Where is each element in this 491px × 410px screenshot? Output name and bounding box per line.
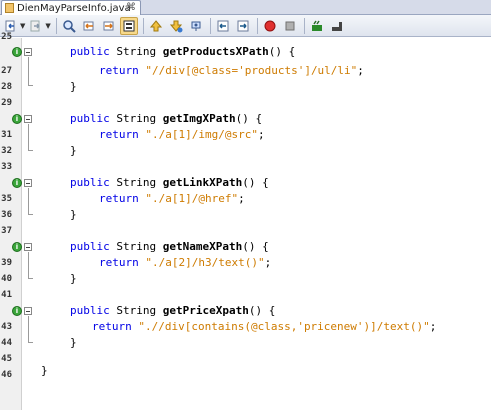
- code-line: 44 }: [0, 335, 491, 351]
- method-declaration: public String getProductsXPath() {: [70, 45, 296, 58]
- fold-guide-end: [28, 342, 33, 343]
- code-line: i public String getLinkXPath() {: [0, 175, 491, 191]
- override-icon[interactable]: i: [12, 114, 22, 124]
- fold-guide: [28, 188, 29, 214]
- code-line: 35 return "./a[1]/@href";: [0, 191, 491, 207]
- code-line: 32 }: [0, 143, 491, 159]
- java-file-icon: [5, 3, 14, 13]
- line-number: 28: [1, 82, 12, 92]
- code-line: 33: [0, 159, 491, 175]
- override-icon[interactable]: i: [12, 47, 22, 57]
- return-statement: return "./a[1]/@href";: [99, 192, 245, 205]
- fold-toggle-icon[interactable]: [24, 243, 32, 251]
- fold-toggle-icon[interactable]: [24, 48, 32, 56]
- code-line: i public String getNameXPath() {: [0, 239, 491, 255]
- code-line: 36 }: [0, 207, 491, 223]
- fold-toggle-icon[interactable]: [24, 307, 32, 315]
- code-line: i public String getProductsXPath() {: [0, 44, 491, 60]
- return-statement: return "./a[1]/img/@src";: [99, 128, 265, 141]
- fold-toggle-icon[interactable]: [24, 115, 32, 123]
- code-line: 28 }: [0, 79, 491, 95]
- code-line: i public String getPriceXpath() {: [0, 303, 491, 319]
- code-line: 29: [0, 95, 491, 111]
- code-line: 25: [0, 29, 491, 45]
- return-statement: return ".//div[contains(@class,'pricenew…: [92, 320, 437, 333]
- line-number: 33: [1, 162, 12, 172]
- method-declaration: public String getImgXPath() {: [70, 112, 263, 125]
- fold-guide-end: [28, 278, 33, 279]
- line-number: 40: [1, 274, 12, 284]
- line-number: 32: [1, 146, 12, 156]
- code-line: 27 return "//div[@class='products']/ul/l…: [0, 63, 491, 79]
- line-number: 37: [1, 226, 12, 236]
- line-number: 39: [1, 258, 12, 268]
- editor-tab-strip: DienMayParseInfo.java ⌘: [0, 0, 491, 15]
- fold-toggle-icon[interactable]: [24, 179, 32, 187]
- override-icon[interactable]: i: [12, 306, 22, 316]
- fold-guide: [28, 124, 29, 150]
- return-statement: return "//div[@class='products']/ul/li";: [99, 64, 364, 77]
- fold-guide: [28, 57, 29, 85]
- code-editor[interactable]: 25 i public String getProductsXPath() { …: [0, 32, 491, 410]
- line-number: 31: [1, 130, 12, 140]
- closing-brace: }: [70, 272, 77, 285]
- fold-guide-end: [28, 214, 33, 215]
- close-tab-icon[interactable]: ⌘: [126, 2, 136, 13]
- override-icon[interactable]: i: [12, 242, 22, 252]
- code-line: i public String getImgXPath() {: [0, 111, 491, 127]
- class-closing-brace: }: [41, 364, 48, 377]
- line-number: 44: [1, 338, 12, 348]
- method-declaration: public String getLinkXPath() {: [70, 176, 269, 189]
- line-number: 36: [1, 210, 12, 220]
- line-number: 41: [1, 290, 12, 300]
- line-number: 25: [1, 32, 12, 42]
- fold-guide: [28, 252, 29, 278]
- code-line: 41: [0, 287, 491, 303]
- line-number: 29: [1, 98, 12, 108]
- closing-brace: }: [70, 336, 77, 349]
- method-declaration: public String getNameXPath() {: [70, 240, 269, 253]
- line-number: 27: [1, 66, 12, 76]
- closing-brace: }: [70, 208, 77, 221]
- fold-guide: [28, 316, 29, 342]
- code-line: 39 return "./a[2]/h3/text()";: [0, 255, 491, 271]
- code-line: 37: [0, 223, 491, 239]
- code-line: 43 return ".//div[contains(@class,'price…: [0, 319, 491, 335]
- file-tab[interactable]: DienMayParseInfo.java ⌘: [1, 0, 141, 15]
- method-declaration: public String getPriceXpath() {: [70, 304, 276, 317]
- override-icon[interactable]: i: [12, 178, 22, 188]
- file-tab-label: DienMayParseInfo.java: [17, 2, 131, 14]
- fold-guide-end: [28, 150, 33, 151]
- return-statement: return "./a[2]/h3/text()";: [99, 256, 272, 269]
- closing-brace: }: [70, 144, 77, 157]
- line-number: 35: [1, 194, 12, 204]
- fold-guide-end: [28, 85, 33, 86]
- closing-brace: }: [70, 80, 77, 93]
- code-line: 31 return "./a[1]/img/@src";: [0, 127, 491, 143]
- code-line: }: [0, 363, 491, 379]
- line-number: 43: [1, 322, 12, 332]
- code-line: 40 }: [0, 271, 491, 287]
